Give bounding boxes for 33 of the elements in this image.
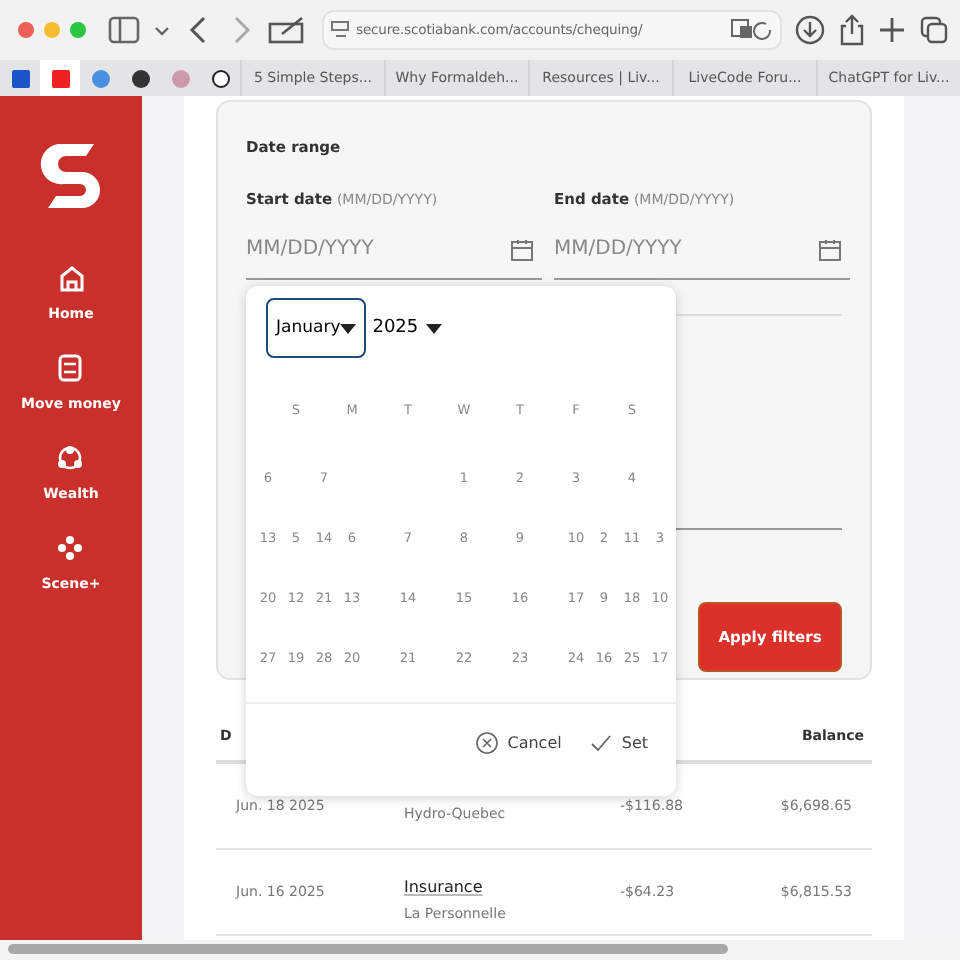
cancel-button[interactable]: Cancel: [475, 732, 562, 754]
page-icon: [330, 20, 350, 40]
set-button[interactable]: Set: [589, 732, 648, 754]
caret-icon: [426, 323, 443, 333]
transaction-title[interactable]: Insurance: [404, 878, 483, 896]
circles-icon: [56, 444, 85, 472]
favicon-icon: [171, 69, 189, 87]
favicon-icon: [131, 69, 149, 87]
caret-icon: [340, 323, 357, 333]
date-field[interactable]: MM/DD/YYYY: [554, 220, 850, 280]
download-icon[interactable]: [794, 14, 826, 46]
close-window-icon[interactable]: [18, 22, 34, 38]
favicon-icon: [211, 69, 229, 87]
home-icon: [57, 264, 85, 292]
tabs-overview-icon[interactable]: [918, 14, 950, 46]
year-select[interactable]: 2025: [372, 318, 443, 338]
close-icon: [475, 732, 498, 754]
date-field[interactable]: MM/DD/YYYY: [246, 220, 542, 280]
calendar-icon[interactable]: [818, 238, 842, 262]
sidebar-toggle-icon[interactable]: [106, 12, 174, 48]
share-icon[interactable]: [838, 14, 866, 46]
logo-icon[interactable]: [37, 140, 105, 208]
document-icon: [56, 354, 85, 382]
scrollbar-thumb[interactable]: [8, 944, 728, 954]
checkmark-icon: [589, 734, 612, 752]
favicon-icon: [51, 69, 69, 87]
dots-icon: [56, 534, 85, 562]
plus-icon[interactable]: [878, 16, 906, 44]
favicon-icon: [11, 69, 29, 87]
translate-icon[interactable]: [730, 18, 774, 42]
calendar-icon[interactable]: [510, 238, 534, 262]
month-select[interactable]: January: [266, 298, 367, 358]
favicon-icon: [91, 69, 109, 87]
